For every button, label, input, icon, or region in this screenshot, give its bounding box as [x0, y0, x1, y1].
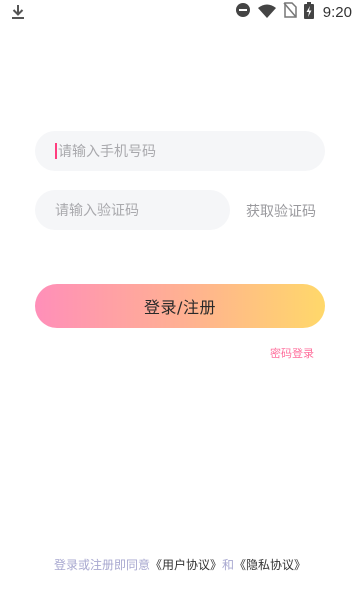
status-icons: 9:20: [235, 1, 352, 23]
code-placeholder: 请输入验证码: [55, 203, 139, 219]
text-caret: [55, 143, 57, 159]
agreement-text: 登录或注册即同意《用户协议》和《隐私协议》: [0, 556, 360, 573]
battery-charging-icon: [303, 1, 314, 23]
download-icon: [11, 4, 25, 20]
login-register-label: 登录/注册: [144, 298, 216, 317]
get-code-button[interactable]: 获取验证码: [246, 201, 316, 221]
password-login-link[interactable]: 密码登录: [270, 345, 314, 361]
phone-placeholder: 请输入手机号码: [58, 144, 156, 160]
login-register-button[interactable]: 登录/注册: [35, 284, 325, 328]
agreement-prefix: 登录或注册即同意: [53, 558, 150, 572]
user-agreement-link[interactable]: 《用户协议》: [150, 558, 222, 572]
phone-input[interactable]: 请输入手机号码: [35, 131, 325, 171]
status-bar: 9:20: [0, 0, 360, 26]
status-time: 9:20: [322, 3, 352, 21]
do-not-disturb-icon: [235, 2, 251, 22]
privacy-policy-link[interactable]: 《隐私协议》: [234, 558, 306, 572]
verification-code-input[interactable]: 请输入验证码: [35, 190, 230, 230]
agreement-connector: 和: [222, 558, 235, 572]
wifi-icon: [257, 3, 276, 22]
no-sim-icon: [283, 2, 297, 22]
